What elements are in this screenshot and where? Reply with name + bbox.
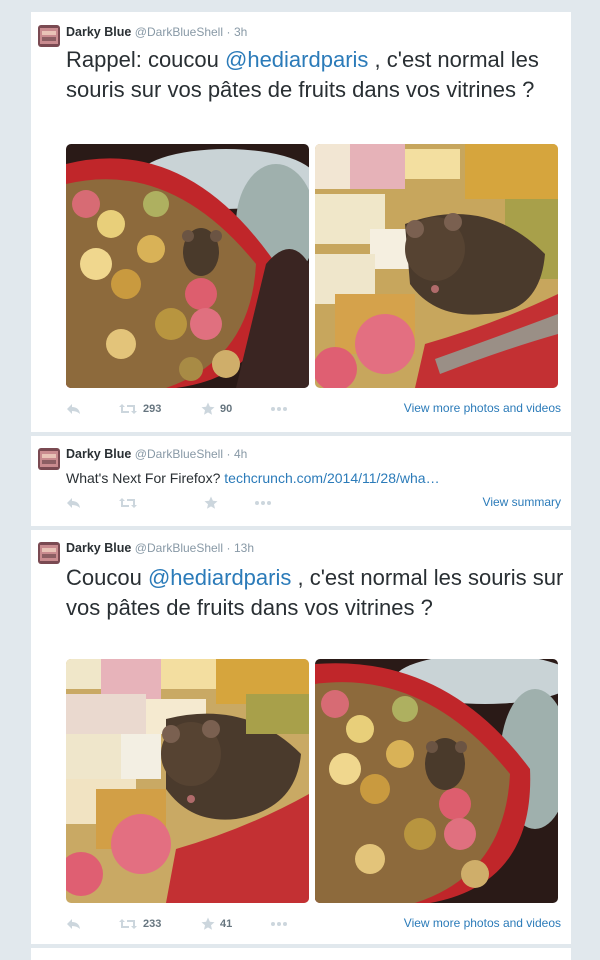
mention-link[interactable]: @hediardparis xyxy=(225,47,368,72)
author-handle[interactable]: @DarkBlueShell xyxy=(135,447,223,461)
tweet-text-pre: Coucou xyxy=(66,565,148,590)
retweet-count: 293 xyxy=(143,403,162,415)
view-more-photos-link[interactable]: View more photos and videos xyxy=(404,916,561,930)
star-icon xyxy=(204,496,218,509)
author-name[interactable]: Darky Blue xyxy=(66,25,131,39)
reply-icon xyxy=(67,919,80,929)
avatar[interactable] xyxy=(38,448,60,470)
timeline: Darky Blue @DarkBlueShell · 3h Rappel: c… xyxy=(30,0,572,960)
avatar[interactable] xyxy=(38,25,60,47)
retweet-button[interactable] xyxy=(118,494,138,512)
reply-icon xyxy=(67,498,80,508)
tweet-photo[interactable] xyxy=(315,659,558,903)
tweet-timestamp[interactable]: 4h xyxy=(234,447,247,461)
star-icon xyxy=(201,402,215,415)
tweet-actions: 293 90 View more photos and videos xyxy=(66,400,561,418)
favorite-count: 41 xyxy=(220,918,233,930)
reply-button[interactable] xyxy=(66,915,82,933)
tweet-photo[interactable] xyxy=(315,144,558,388)
more-button[interactable] xyxy=(254,494,272,512)
tweet-text: What's Next For Firefox? techcrunch.com/… xyxy=(66,469,566,487)
avatar[interactable] xyxy=(38,542,60,564)
reply-icon xyxy=(67,404,80,414)
retweet-button[interactable]: 233 xyxy=(118,915,161,933)
favorite-button[interactable]: 41 xyxy=(201,915,232,933)
more-button[interactable] xyxy=(270,915,288,933)
tweet-header: Darky Blue @DarkBlueShell · 4h xyxy=(66,447,247,463)
favorite-count: 90 xyxy=(220,403,233,415)
separator-dot: · xyxy=(226,25,231,39)
retweet-icon xyxy=(119,498,137,508)
url-link[interactable]: techcrunch.com/2014/11/28/wha… xyxy=(224,470,439,486)
tweet-text: Coucou @hediardparis , c'est normal les … xyxy=(66,563,566,622)
tweet-actions: View summary xyxy=(66,494,561,512)
author-handle[interactable]: @DarkBlueShell xyxy=(135,541,223,555)
tweet-timestamp[interactable]: 3h xyxy=(234,25,247,39)
tweet-photo[interactable] xyxy=(66,659,309,903)
retweet-icon xyxy=(119,404,137,414)
reply-button[interactable] xyxy=(66,494,82,512)
tweet[interactable]: Darky Blue @DarkBlueShell · 4h What's Ne… xyxy=(30,436,572,526)
retweet-button[interactable]: 293 xyxy=(118,400,161,418)
star-icon xyxy=(201,917,215,930)
tweet-actions: 233 41 View more photos and videos xyxy=(66,915,561,933)
view-more-photos-link[interactable]: View more photos and videos xyxy=(404,401,561,415)
separator-dot: · xyxy=(226,447,231,461)
separator-dot: · xyxy=(226,541,231,555)
more-icon xyxy=(255,501,271,505)
tweet-photo[interactable] xyxy=(66,144,309,388)
reply-button[interactable] xyxy=(66,400,82,418)
author-name[interactable]: Darky Blue xyxy=(66,541,131,555)
favorite-button[interactable]: 90 xyxy=(201,400,232,418)
view-summary-link[interactable]: View summary xyxy=(483,495,561,509)
tweet-header: Darky Blue @DarkBlueShell · 13h xyxy=(66,541,254,557)
author-name[interactable]: Darky Blue xyxy=(66,447,131,461)
tweet[interactable]: Darky Blue @DarkBlueShell · 13h Coucou @… xyxy=(30,530,572,944)
favorite-button[interactable] xyxy=(204,494,218,512)
more-icon xyxy=(271,407,287,411)
tweet-timestamp[interactable]: 13h xyxy=(234,541,254,555)
tweet-text-pre: Rappel: coucou xyxy=(66,47,225,72)
mention-link[interactable]: @hediardparis xyxy=(148,565,291,590)
tweet-text: Rappel: coucou @hediardparis , c'est nor… xyxy=(66,45,566,104)
retweet-count: 233 xyxy=(143,918,162,930)
author-handle[interactable]: @DarkBlueShell xyxy=(135,25,223,39)
tweet[interactable] xyxy=(30,948,572,960)
tweet-text-pre: What's Next For Firefox? xyxy=(66,470,225,486)
tweet[interactable]: Darky Blue @DarkBlueShell · 3h Rappel: c… xyxy=(30,12,572,432)
retweet-icon xyxy=(119,919,137,929)
more-icon xyxy=(271,922,287,926)
more-button[interactable] xyxy=(270,400,288,418)
tweet-header: Darky Blue @DarkBlueShell · 3h xyxy=(66,25,247,41)
